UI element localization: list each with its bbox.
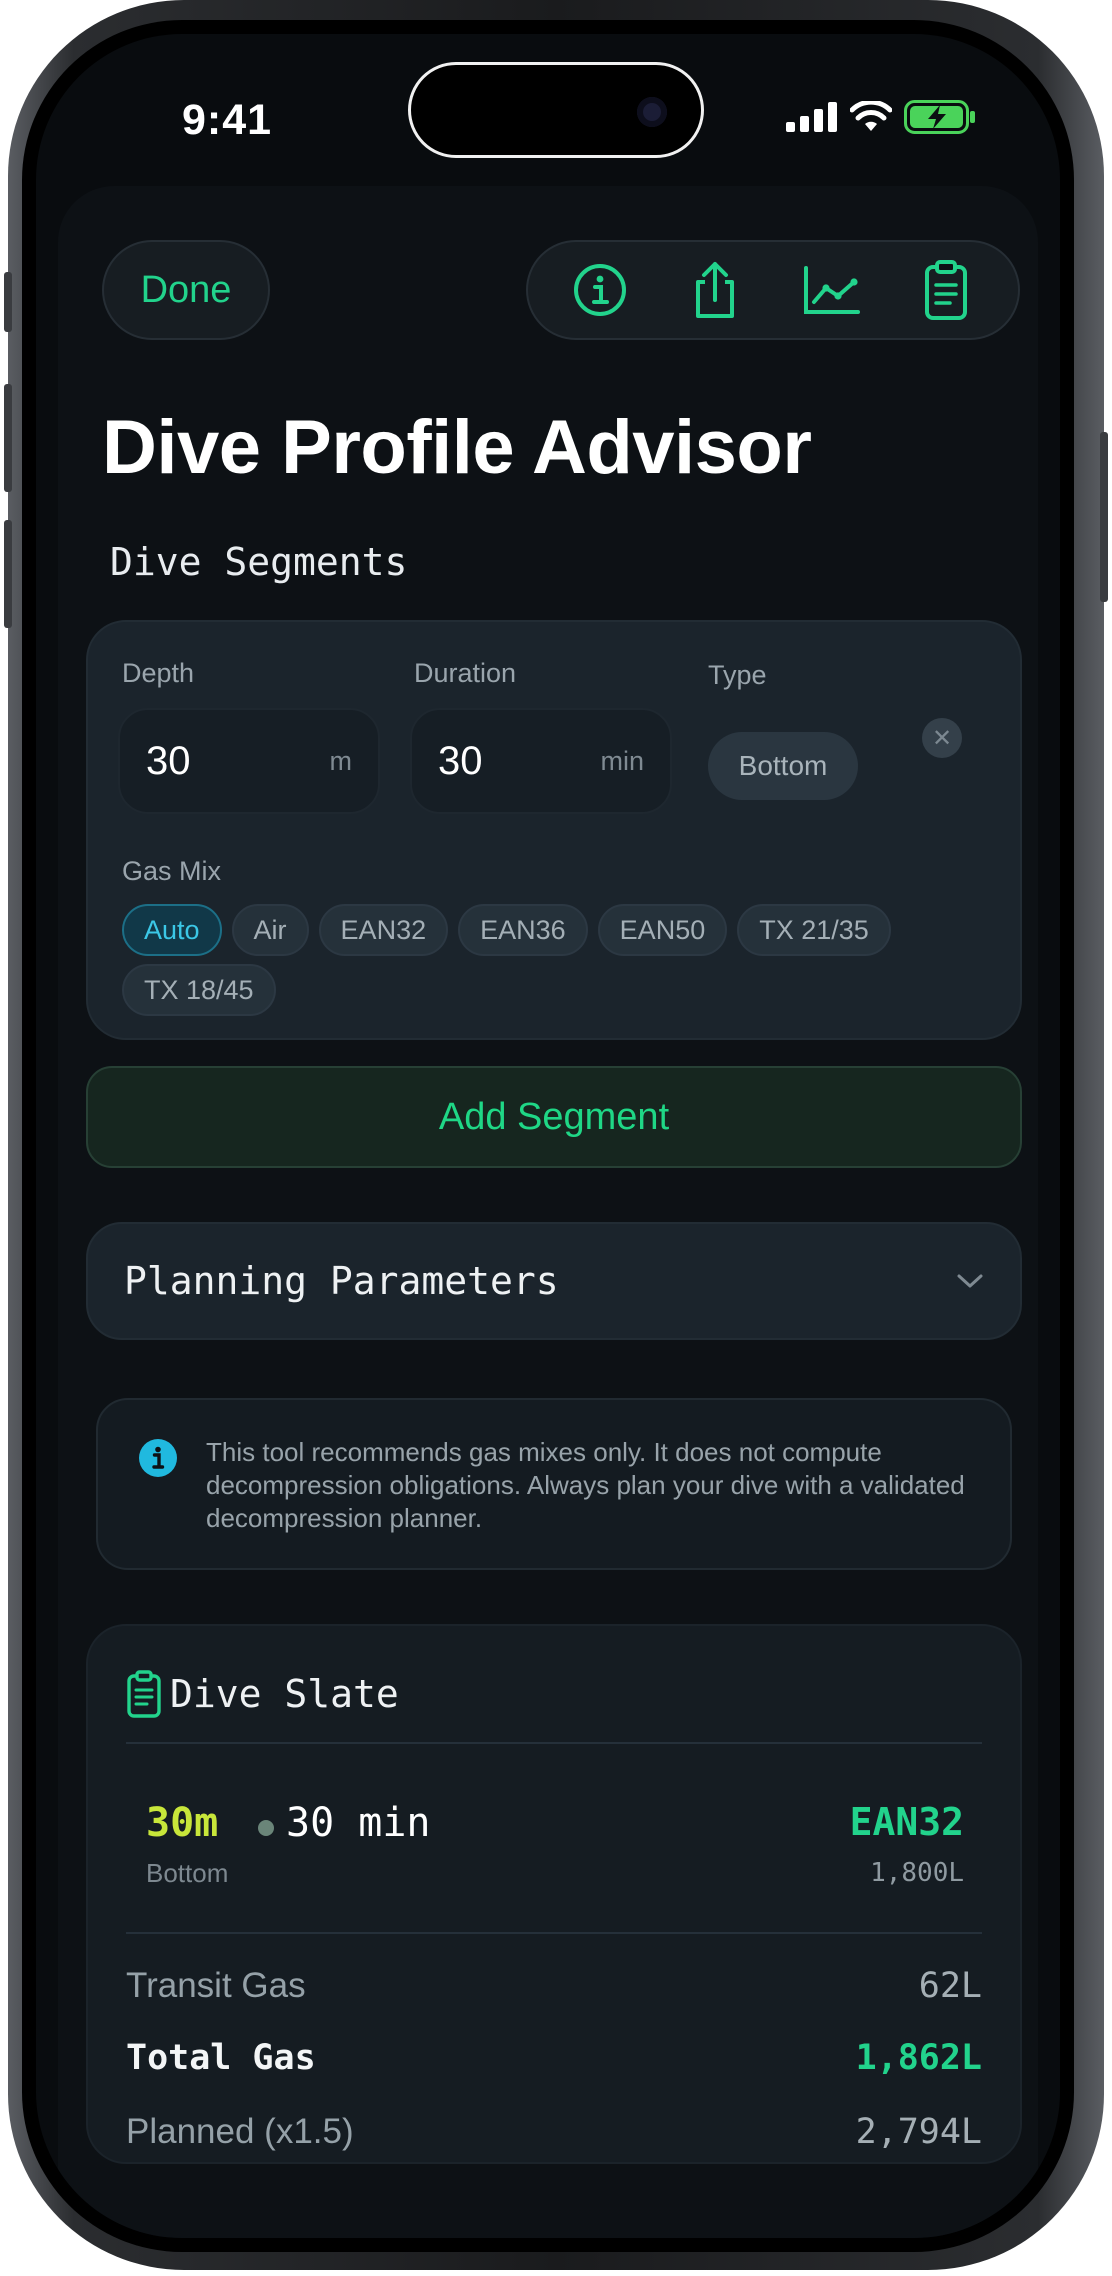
planned-gas-label: Planned (x1.5) [126,2112,354,2151]
close-icon: ✕ [931,724,953,752]
page-title: Dive Profile Advisor [102,405,812,490]
gas-chip-ean50[interactable]: EAN50 [597,904,728,956]
wifi-icon [850,101,892,131]
transit-gas-label: Transit Gas [126,1966,306,2005]
type-label: Type [708,660,767,690]
slate-segment-gas: EAN32 [849,1800,964,1844]
transit-gas-value: 62L [918,1966,982,2006]
share-icon [696,262,735,318]
gas-chip-row-1: Auto Air EAN32 EAN36 EAN50 TX 21/35 [122,904,891,956]
type-selector[interactable]: Bottom [708,732,858,800]
gas-mix-label: Gas Mix [122,856,222,886]
duration-unit: min [600,745,644,776]
slate-segment-type: Bottom [146,1858,229,1888]
divider [126,1932,982,1934]
gas-chip-ean32[interactable]: EAN32 [318,904,449,956]
power-button [1100,432,1108,602]
volume-up-button [4,384,12,492]
divider [126,1742,982,1744]
dive-slate-title: Dive Slate [170,1672,399,1716]
volume-down-button [4,520,12,628]
signal-icon [786,102,837,132]
dive-slate-card: Dive Slate 30m 30 min Bottom EAN32 1,800… [86,1624,1022,2164]
depth-field[interactable]: 30 m [118,708,380,814]
info-icon [573,264,626,316]
total-gas-label: Total Gas [126,2038,316,2078]
gas-chip-air[interactable]: Air [231,904,309,956]
silent-switch [4,272,12,332]
depth-label: Depth [122,658,195,688]
add-segment-button[interactable]: Add Segment [86,1066,1022,1168]
total-gas-value: 1,862L [855,2038,982,2078]
share-button[interactable] [675,250,755,330]
notice-text: This tool recommends gas mixes only. It … [206,1437,965,1533]
chevron-down-icon [957,1274,983,1288]
separator-dot [258,1820,274,1836]
remove-segment-button[interactable]: ✕ [922,718,962,758]
clipboard-icon [925,260,968,320]
info-button[interactable] [560,250,640,330]
slate-segment-volume: 1,800L [870,1858,964,1888]
gas-chip-tx-21-35[interactable]: TX 21/35 [737,904,891,956]
info-filled-icon [139,1439,177,1477]
camera-icon [637,97,667,127]
depth-value: 30 [146,738,191,783]
status-icons [786,100,976,134]
planning-parameters-title: Planning Parameters [124,1259,559,1303]
slate-segment-depth: 30m [146,1800,219,1846]
slate-button[interactable] [906,250,986,330]
slate-segment-duration: 30 min [286,1800,431,1846]
dive-segments-title: Dive Segments [110,540,408,584]
segment-card: Depth 30 m Duration 30 min Type Bottom ✕… [86,620,1022,1040]
done-button[interactable]: Done [102,240,270,340]
planned-gas-value: 2,794L [855,2112,982,2152]
screen: 9:41 Done Dive Profile Advisor Dive Segm… [36,34,1060,2238]
sheet: Done Dive Profile Advisor Dive Segments … [58,186,1038,2238]
gas-chip-row-2: TX 18/45 [122,964,276,1016]
clipboard-icon [127,1670,161,1718]
chart-icon [803,266,860,314]
duration-value: 30 [438,738,483,783]
depth-unit: m [329,745,353,776]
notice-box: This tool recommends gas mixes only. It … [96,1398,1012,1570]
duration-label: Duration [414,658,517,688]
gas-chip-auto[interactable]: Auto [122,904,222,956]
status-time: 9:41 [182,96,273,144]
toolbar [526,240,1020,340]
planning-parameters-row[interactable]: Planning Parameters [86,1222,1022,1340]
chart-button[interactable] [791,250,871,330]
battery-icon [904,100,975,134]
gas-chip-tx-18-45[interactable]: TX 18/45 [122,964,276,1016]
gas-chip-ean36[interactable]: EAN36 [458,904,588,956]
duration-field[interactable]: 30 min [410,708,672,814]
dive-slate-header: Dive Slate [126,1670,399,1718]
dynamic-island [408,62,704,158]
